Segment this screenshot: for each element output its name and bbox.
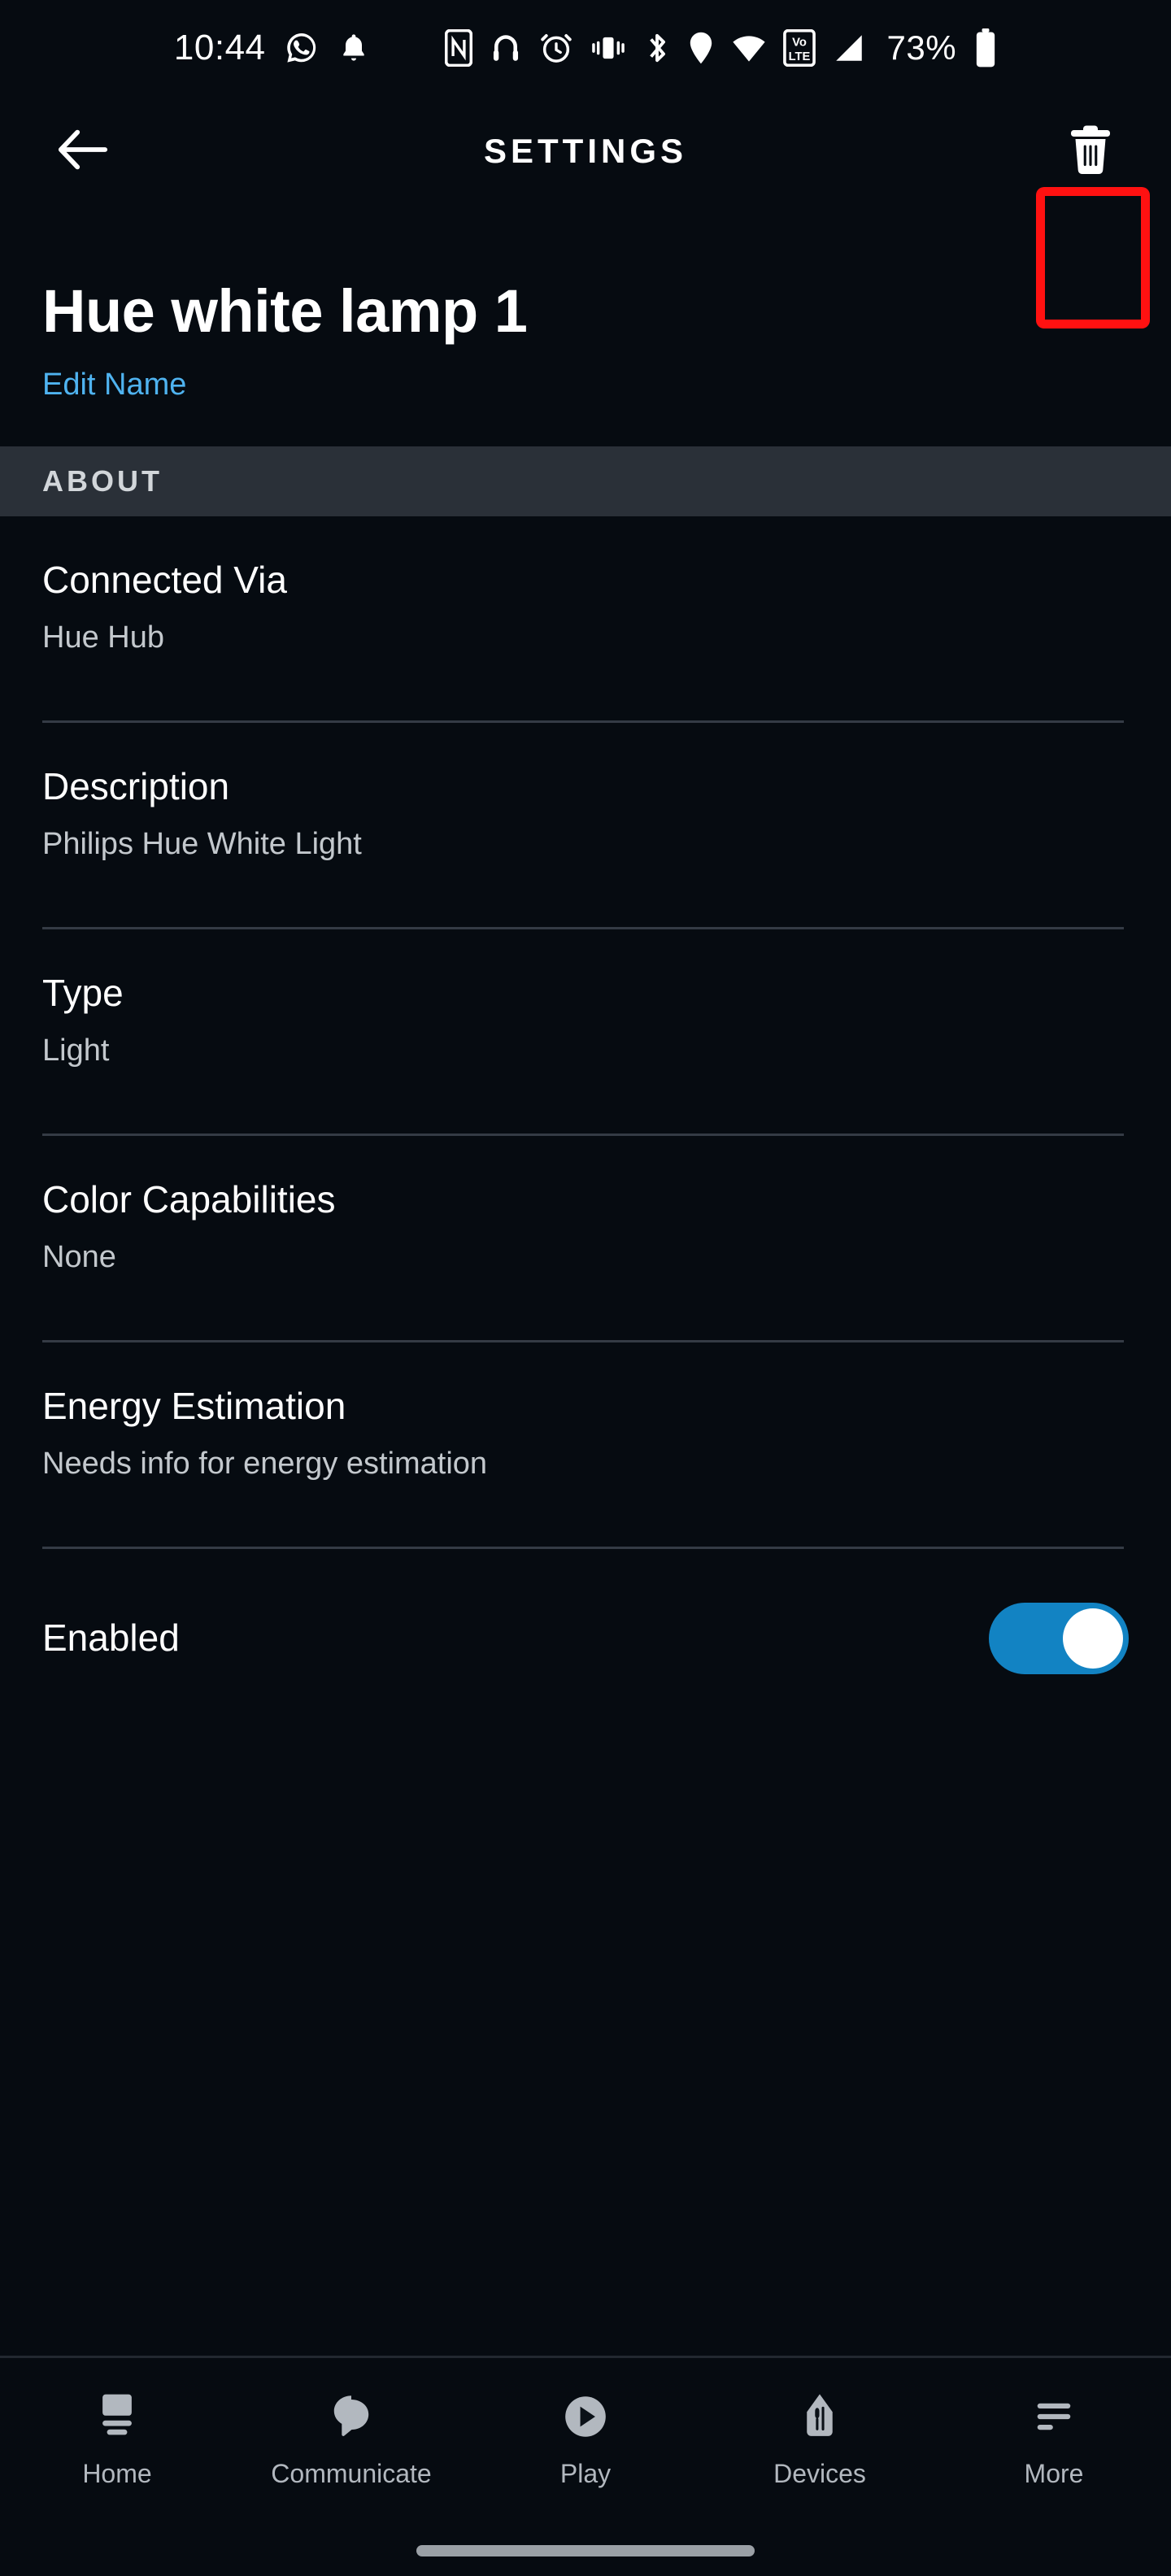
- nav-label: Play: [559, 2459, 612, 2488]
- status-bar-clock: 10:44: [173, 28, 266, 67]
- nav-label: More: [1024, 2459, 1084, 2488]
- cellular-signal-icon: [832, 31, 866, 65]
- row-value: Hue Hub: [42, 620, 164, 655]
- row-title: Enabled: [42, 1617, 180, 1660]
- list-item[interactable]: Color Capabilities None: [0, 1136, 1171, 1342]
- nfc-icon: [444, 29, 472, 67]
- enabled-row[interactable]: Enabled: [0, 1549, 1171, 1728]
- battery-percent-label: 73%: [886, 28, 957, 67]
- nav-item-devices[interactable]: Devices: [703, 2386, 937, 2487]
- home-gesture-bar[interactable]: [416, 2545, 755, 2556]
- row-title: Connected Via: [42, 558, 287, 601]
- device-header: Hue white lamp 1 Edit Name: [0, 207, 1171, 446]
- trash-icon: [1066, 120, 1115, 183]
- play-circle-icon: [560, 2386, 611, 2448]
- row-value: Needs info for energy estimation: [42, 1446, 488, 1481]
- row-title: Description: [42, 764, 230, 807]
- bottom-navigation: Home Communicate Play Devices More: [0, 2356, 1171, 2576]
- bluetooth-icon: [643, 30, 671, 66]
- edit-name-link[interactable]: Edit Name: [42, 368, 186, 402]
- nav-item-home[interactable]: Home: [0, 2386, 234, 2487]
- headphones-icon: [489, 31, 523, 65]
- list-item[interactable]: Description Philips Hue White Light: [0, 723, 1171, 929]
- nav-label: Devices: [773, 2459, 866, 2488]
- about-section-header: ABOUT: [0, 446, 1171, 516]
- row-value: Light: [42, 1033, 110, 1068]
- svg-text:LTE: LTE: [788, 50, 810, 63]
- row-title: Type: [42, 971, 124, 1014]
- list-item[interactable]: Type Light: [0, 929, 1171, 1136]
- vibrate-icon: [590, 32, 627, 64]
- svg-text:Vo: Vo: [792, 37, 807, 50]
- nav-item-more[interactable]: More: [937, 2386, 1171, 2487]
- row-title: Energy Estimation: [42, 1384, 346, 1427]
- about-list: Connected Via Hue Hub Description Philip…: [0, 516, 1171, 1728]
- alarm-icon: [539, 31, 573, 65]
- nav-item-play[interactable]: Play: [468, 2386, 703, 2487]
- notification-bell-icon: [337, 30, 370, 66]
- nav-label: Communicate: [271, 2459, 432, 2488]
- nav-label: Home: [82, 2459, 152, 2488]
- app-screen: 10:44 Vo LTE 73% SETTINGS Hue white lamp…: [0, 0, 1171, 2576]
- list-item[interactable]: Connected Via Hue Hub: [0, 516, 1171, 723]
- enabled-toggle[interactable]: [989, 1602, 1129, 1674]
- row-value: None: [42, 1239, 116, 1274]
- status-bar-left: 10:44: [174, 30, 370, 66]
- page-title: SETTINGS: [483, 132, 688, 170]
- app-bar: SETTINGS: [0, 96, 1171, 329]
- hamburger-more-icon: [1029, 2386, 1079, 2448]
- list-item[interactable]: Energy Estimation Needs info for energy …: [0, 1342, 1171, 1549]
- nav-item-communicate[interactable]: Communicate: [234, 2386, 468, 2487]
- echo-show-home-icon: [92, 2386, 142, 2448]
- toggle-knob: [1063, 1608, 1123, 1669]
- status-bar-right: Vo LTE 73%: [444, 28, 998, 67]
- light-bulb-devices-icon: [794, 2386, 845, 2448]
- battery-icon: [974, 28, 997, 67]
- device-name: Hue white lamp 1: [42, 277, 528, 345]
- gesture-bar-area: [0, 2526, 1171, 2576]
- speech-bubble-icon: [326, 2386, 377, 2448]
- row-value: Philips Hue White Light: [42, 826, 362, 861]
- about-section-header-label: ABOUT: [42, 463, 163, 498]
- volte-icon: Vo LTE: [782, 29, 816, 67]
- wifi-icon: [731, 32, 767, 64]
- whatsapp-icon: [284, 30, 320, 66]
- status-bar: 10:44 Vo LTE 73%: [0, 0, 1171, 96]
- delete-device-button[interactable]: [1043, 89, 1138, 213]
- row-title: Color Capabilities: [42, 1177, 336, 1221]
- location-icon: [687, 30, 715, 66]
